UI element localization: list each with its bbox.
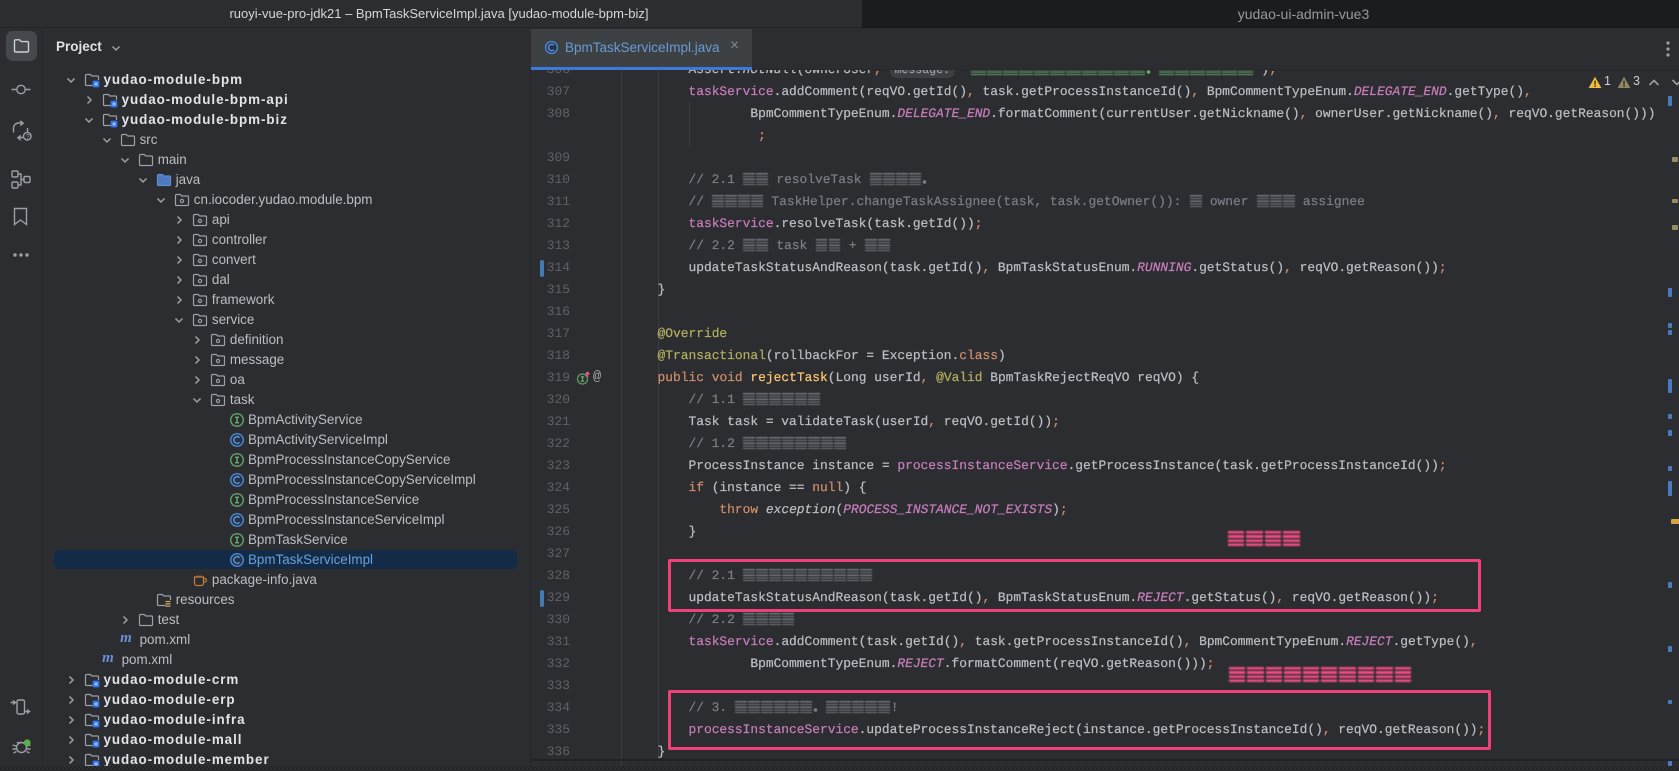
- svg-text:?: ?: [26, 134, 30, 141]
